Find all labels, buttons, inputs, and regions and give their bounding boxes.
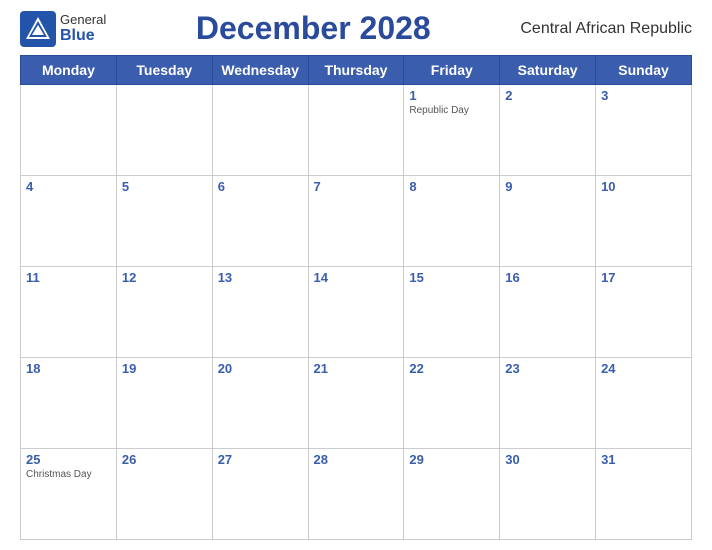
- calendar-cell: 1 Republic Day: [404, 85, 500, 176]
- day-number: 27: [218, 452, 303, 467]
- logo-text: General Blue: [60, 12, 106, 45]
- calendar-cell: 20: [212, 358, 308, 449]
- day-number: 9: [505, 179, 590, 194]
- calendar-cell: 26: [116, 449, 212, 540]
- day-number: 8: [409, 179, 494, 194]
- header-sunday: Sunday: [596, 56, 692, 85]
- calendar-cell: [21, 85, 117, 176]
- calendar-cell: 19: [116, 358, 212, 449]
- calendar-cell: 7: [308, 176, 404, 267]
- header-monday: Monday: [21, 56, 117, 85]
- calendar-cell: 23: [500, 358, 596, 449]
- header-friday: Friday: [404, 56, 500, 85]
- page-header: General Blue December 2028 Central Afric…: [20, 10, 692, 47]
- day-number: 12: [122, 270, 207, 285]
- calendar-cell: 31: [596, 449, 692, 540]
- day-number: 4: [26, 179, 111, 194]
- header-wednesday: Wednesday: [212, 56, 308, 85]
- day-number: 13: [218, 270, 303, 285]
- calendar-cell: 28: [308, 449, 404, 540]
- calendar-cell: 9: [500, 176, 596, 267]
- day-number: 11: [26, 270, 111, 285]
- calendar-cell: 22: [404, 358, 500, 449]
- calendar-cell: 17: [596, 267, 692, 358]
- day-number: 5: [122, 179, 207, 194]
- day-number: 24: [601, 361, 686, 376]
- calendar-cell: 12: [116, 267, 212, 358]
- day-number: 15: [409, 270, 494, 285]
- logo-icon: [20, 11, 56, 47]
- day-number: 18: [26, 361, 111, 376]
- day-number: 2: [505, 88, 590, 103]
- calendar-cell: 18: [21, 358, 117, 449]
- day-number: 16: [505, 270, 590, 285]
- calendar-cell: 11: [21, 267, 117, 358]
- day-number: 25: [26, 452, 111, 467]
- calendar-cell: 3: [596, 85, 692, 176]
- calendar-cell: 4: [21, 176, 117, 267]
- day-number: 22: [409, 361, 494, 376]
- calendar-cell: 24: [596, 358, 692, 449]
- calendar-week-row: 18 19 20 21 22 23 24: [21, 358, 692, 449]
- header-thursday: Thursday: [308, 56, 404, 85]
- day-number: 7: [314, 179, 399, 194]
- calendar-week-row: 456789 10: [21, 176, 692, 267]
- day-number: 14: [314, 270, 399, 285]
- calendar-header: Monday Tuesday Wednesday Thursday Friday…: [21, 56, 692, 85]
- day-number: 3: [601, 88, 686, 103]
- country-name: Central African Republic: [520, 20, 692, 38]
- day-number: 21: [314, 361, 399, 376]
- calendar-cell: 25 Christmas Day: [21, 449, 117, 540]
- calendar-week-row: 11 12 13 14 15 16 17: [21, 267, 692, 358]
- logo-blue-text: Blue: [60, 27, 95, 45]
- header-saturday: Saturday: [500, 56, 596, 85]
- day-number: 1: [409, 88, 494, 103]
- day-number: 23: [505, 361, 590, 376]
- calendar-cell: 6: [212, 176, 308, 267]
- calendar-cell: 21: [308, 358, 404, 449]
- calendar-cell: 5: [116, 176, 212, 267]
- calendar-cell: 8: [404, 176, 500, 267]
- calendar-week-row: 25 Christmas Day 26 27 28 29 30 31: [21, 449, 692, 540]
- calendar-cell: 13: [212, 267, 308, 358]
- calendar-cell: 30: [500, 449, 596, 540]
- calendar-cell: 10: [596, 176, 692, 267]
- calendar-cell: 27: [212, 449, 308, 540]
- day-number: 29: [409, 452, 494, 467]
- day-number: 31: [601, 452, 686, 467]
- calendar-cell: [212, 85, 308, 176]
- header-tuesday: Tuesday: [116, 56, 212, 85]
- day-number: 20: [218, 361, 303, 376]
- day-number: 28: [314, 452, 399, 467]
- logo: General Blue: [20, 11, 106, 47]
- day-number: 19: [122, 361, 207, 376]
- calendar-cell: [116, 85, 212, 176]
- holiday-name: Christmas Day: [26, 469, 111, 480]
- holiday-name: Republic Day: [409, 105, 494, 116]
- calendar-table: Monday Tuesday Wednesday Thursday Friday…: [20, 55, 692, 540]
- calendar-body: 1Republic Day234567891011121314151617181…: [21, 85, 692, 540]
- calendar-cell: 14: [308, 267, 404, 358]
- calendar-cell: 15: [404, 267, 500, 358]
- logo-general-text: General: [60, 12, 106, 27]
- calendar-cell: 2: [500, 85, 596, 176]
- calendar-cell: [308, 85, 404, 176]
- weekday-header-row: Monday Tuesday Wednesday Thursday Friday…: [21, 56, 692, 85]
- month-title: December 2028: [106, 10, 520, 47]
- calendar-cell: 16: [500, 267, 596, 358]
- day-number: 6: [218, 179, 303, 194]
- day-number: 10: [601, 179, 686, 194]
- calendar-cell: 29: [404, 449, 500, 540]
- day-number: 30: [505, 452, 590, 467]
- day-number: 26: [122, 452, 207, 467]
- calendar-week-row: 1 Republic Day 23: [21, 85, 692, 176]
- day-number: 17: [601, 270, 686, 285]
